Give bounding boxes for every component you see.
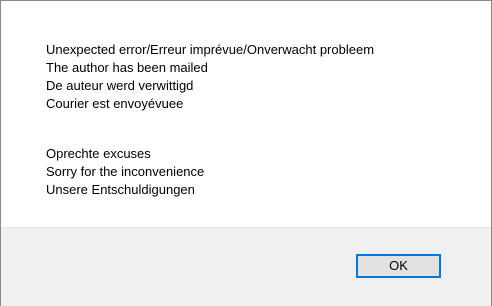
dialog-footer: OK: [1, 227, 491, 306]
apology-dutch-line: Oprechte excuses: [46, 146, 151, 161]
error-message-block: Unexpected error/Erreur imprévue/Onverwa…: [46, 41, 374, 113]
mail-sent-line: Courier est envoyévuee: [46, 96, 184, 111]
message-area: Unexpected error/Erreur imprévue/Onverwa…: [1, 1, 491, 227]
error-title-line: Unexpected error/Erreur imprévue/Onverwa…: [46, 42, 375, 57]
apology-german-line: Unsere Entschuldigungen: [46, 182, 195, 197]
apology-english-line: Sorry for the inconvenience: [46, 164, 205, 179]
author-notified-line: De auteur werd verwittigd: [46, 78, 194, 93]
error-dialog: Unexpected error/Erreur imprévue/Onverwa…: [0, 0, 492, 306]
ok-button[interactable]: OK: [356, 254, 441, 278]
apology-message-block: Oprechte excuses Sorry for the inconveni…: [46, 145, 204, 199]
author-mailed-line: The author has been mailed: [46, 60, 208, 75]
